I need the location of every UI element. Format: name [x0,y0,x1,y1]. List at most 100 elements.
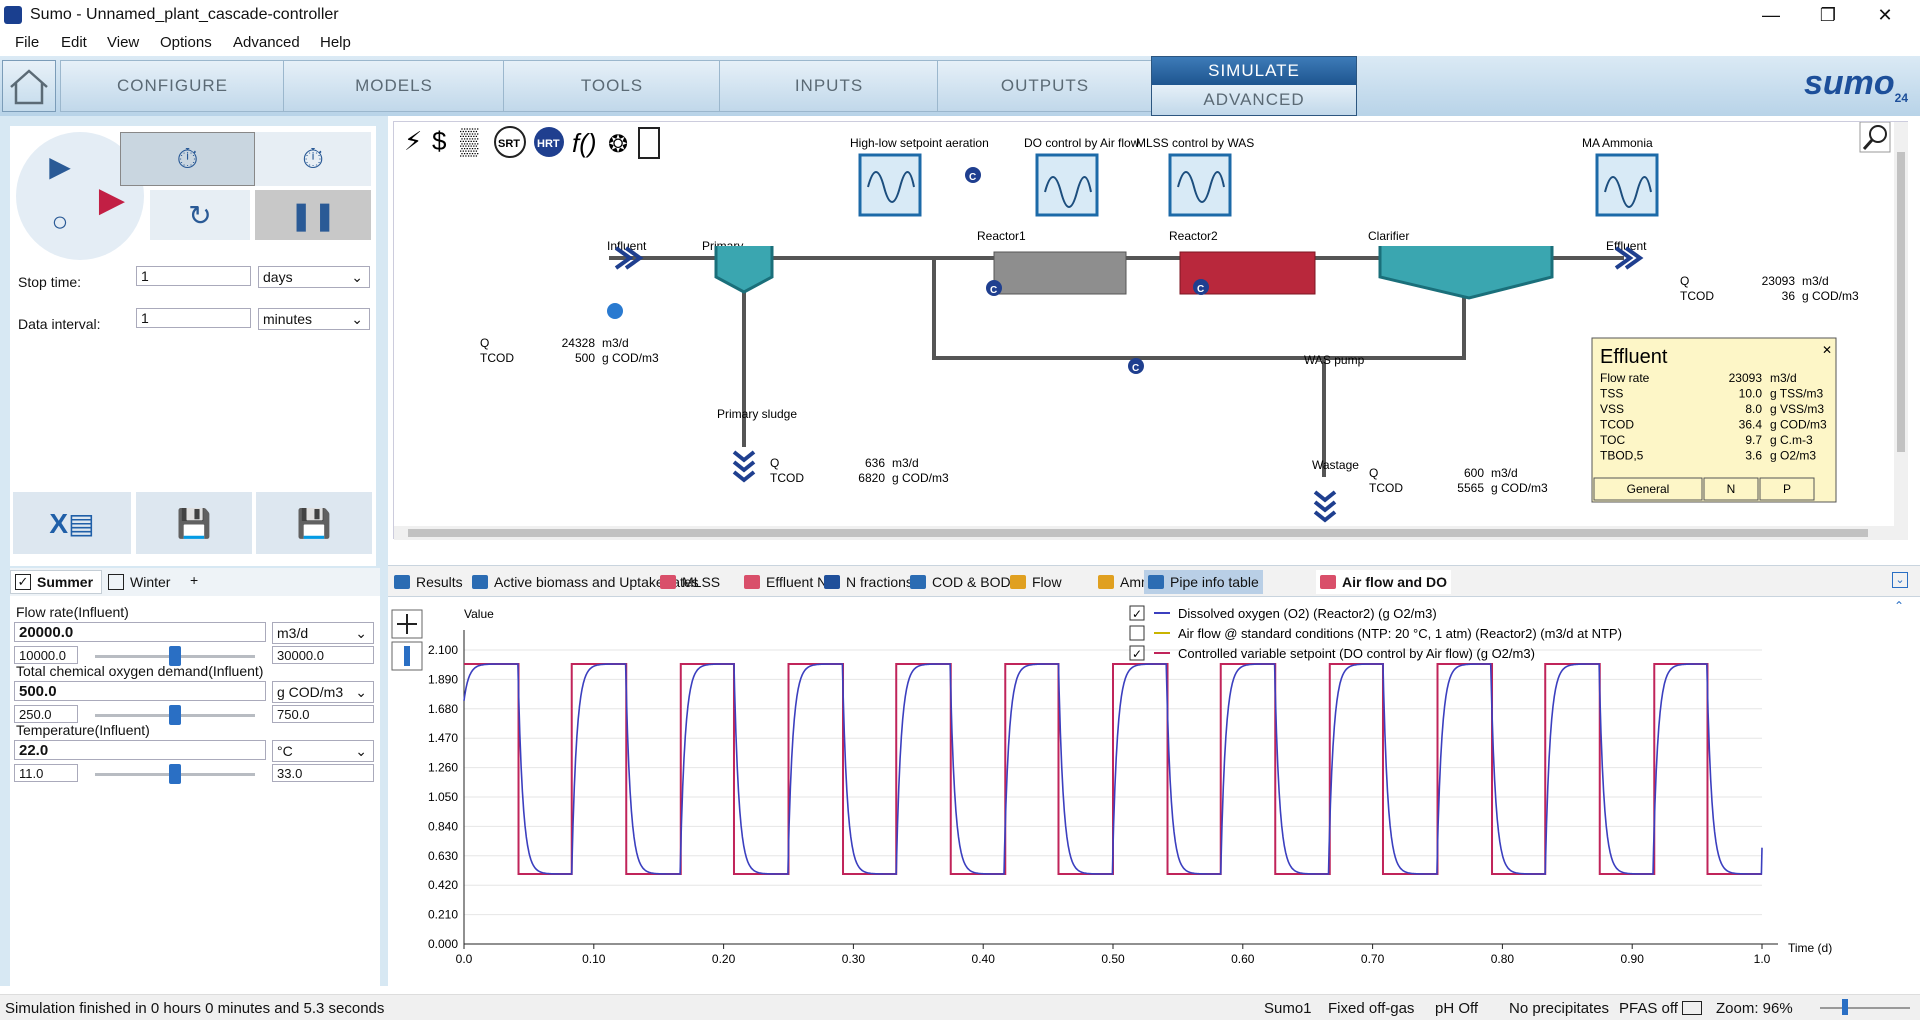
menu-file[interactable]: File [15,34,39,51]
hrt-icon[interactable]: HRT [534,127,564,157]
tab-simulate[interactable]: SIMULATE [1152,57,1356,85]
restore-icon[interactable]: ❐ [1800,0,1856,30]
home-button[interactable] [2,60,56,112]
tab-models[interactable]: MODELS [283,60,505,112]
ammonia-controller[interactable] [1595,153,1659,217]
controller-link-icon[interactable]: C [1128,358,1144,374]
input-unit-select[interactable]: m3/d ⌄ [272,622,374,644]
function-icon[interactable]: f() [572,128,597,158]
stop-time-input[interactable]: 1 [136,266,251,286]
input-value[interactable]: 20000.0 [14,622,266,642]
lightning-icon[interactable]: ⚡ [404,126,422,156]
search-icon[interactable] [1859,122,1891,153]
status-offgas: Fixed off-gas [1328,1000,1415,1017]
output-tab[interactable]: Flow [1006,570,1066,594]
menu-options[interactable]: Options [160,34,212,51]
wastage-icon[interactable] [1313,490,1337,523]
chevron-up-icon[interactable]: ⌃ [1894,599,1904,613]
tab-icon [1098,575,1114,589]
input-unit-select[interactable]: °C ⌄ [272,740,374,762]
home-icon [10,69,48,105]
pan-icon[interactable] [391,609,423,639]
effluent-info-box[interactable]: Effluent ✕ Flow rate 23093 m3/d TSS 10.0 g TSS/… [1591,337,1837,503]
tab-summer[interactable]: ✓ Summer [10,570,102,594]
menu-advanced[interactable]: Advanced [233,34,300,51]
menu-edit[interactable]: Edit [61,34,87,51]
tab-inputs[interactable]: INPUTS [719,60,939,112]
controller-link-icon[interactable]: C [1193,279,1209,295]
unit-label: Clarifier [1368,229,1409,243]
collapse-panel-icon[interactable]: ⌄ [1892,572,1908,588]
stop-icon[interactable]: ○ [40,202,80,242]
minimize-icon[interactable]: — [1743,0,1799,30]
legend-item[interactable]: ✓ Dissolved oxygen (O2) (Reactor2) (g O2/… [1129,605,1437,621]
output-tab[interactable]: Pipe info table [1144,570,1263,594]
run-steady-state-icon[interactable]: ▶ [40,146,80,186]
diagram-scroll-thumb-h[interactable] [408,529,1868,537]
tab-configure[interactable]: CONFIGURE [60,60,285,112]
reset-button[interactable]: ↻ [150,190,250,240]
close-icon[interactable]: ✕ [1857,0,1913,30]
footprint-icon[interactable]: ❂ [608,131,628,158]
mlss-controller[interactable] [1168,153,1232,217]
slider-max-input[interactable]: 750.0 [272,705,374,723]
menu-help[interactable]: Help [320,34,351,51]
legend-item[interactable]: Air flow @ standard conditions (NTP: 20 … [1129,625,1622,641]
data-interval-input[interactable]: 1 [136,308,251,328]
slider-thumb[interactable] [169,764,181,784]
output-tab[interactable]: N fractions [820,570,917,594]
legend-item[interactable]: ✓ Controlled variable setpoint (DO contro… [1129,645,1535,661]
legend-label: Air flow @ standard conditions (NTP: 20 … [1178,626,1622,641]
primary-sludge-icon[interactable] [732,450,756,483]
slider-min-input[interactable]: 10000.0 [14,646,78,664]
save-state-button[interactable]: 💾 [136,492,252,554]
output-tab[interactable]: Effluent N [740,570,831,594]
pause-button[interactable]: ❚❚ [255,190,371,240]
srt-icon[interactable]: SRT [494,126,526,158]
tab-tools[interactable]: TOOLS [503,60,721,112]
slider-max-input[interactable]: 30000.0 [272,646,374,664]
output-tab[interactable]: Air flow and DO [1316,570,1451,594]
effluent-row-value: 3.6 [1745,449,1762,463]
diagram-scroll-thumb-v[interactable] [1897,152,1905,452]
timer-button[interactable]: ⏱ [120,132,255,186]
scroll-icon[interactable] [638,127,660,159]
cost-icon[interactable]: $ [432,126,447,156]
controller-link-icon[interactable]: C [986,280,1002,296]
input-value[interactable]: 22.0 [14,740,266,760]
timer-reset-button[interactable]: ⏱ [255,132,371,186]
close-icon[interactable]: ✕ [1822,343,1832,357]
output-tab[interactable]: COD & BOD5 [906,570,1022,594]
primary-clarifier[interactable] [714,246,774,294]
slider-min-input[interactable]: 11.0 [14,764,78,782]
zoom-slider-thumb[interactable] [1842,999,1848,1015]
save-as-icon: 💾 [296,507,332,539]
tab-advanced[interactable]: ADVANCED [1152,85,1356,115]
secondary-clarifier[interactable] [1378,246,1554,300]
slider-max-input[interactable]: 33.0 [272,764,374,782]
do-controller[interactable] [1035,153,1099,217]
reactor1[interactable] [993,251,1127,295]
slider-thumb[interactable] [169,705,181,725]
export-excel-button[interactable]: X▤ [13,492,131,554]
tab-outputs[interactable]: OUTPUTS [937,60,1153,112]
menu-view[interactable]: View [107,34,139,51]
controller-link-icon[interactable]: C [965,167,981,183]
output-tab[interactable]: Results [390,570,467,594]
influent-wave-icon[interactable] [607,303,623,319]
zoom-slider-track[interactable] [1820,1007,1910,1009]
zoom-axis-icon[interactable] [391,641,423,671]
output-tab[interactable]: MLSS [656,570,724,594]
effluent-row-unit: g C.m-3 [1770,433,1813,447]
save-as-state-button[interactable]: 💾 [256,492,372,554]
slider-min-input[interactable]: 250.0 [14,705,78,723]
tab-winter[interactable]: Winter [104,570,188,594]
data-interval-unit-select[interactable]: minutes ⌄ [258,308,370,330]
input-unit-select[interactable]: g COD/m3 ⌄ [272,681,374,703]
input-value[interactable]: 500.0 [14,681,266,701]
stop-time-unit-select[interactable]: days ⌄ [258,266,370,288]
chart-delete-icon[interactable]: ▒ [460,126,479,157]
aeration-controller[interactable] [858,153,922,217]
add-scenario-button[interactable]: + [190,572,204,592]
mail-icon[interactable] [1682,1001,1702,1015]
